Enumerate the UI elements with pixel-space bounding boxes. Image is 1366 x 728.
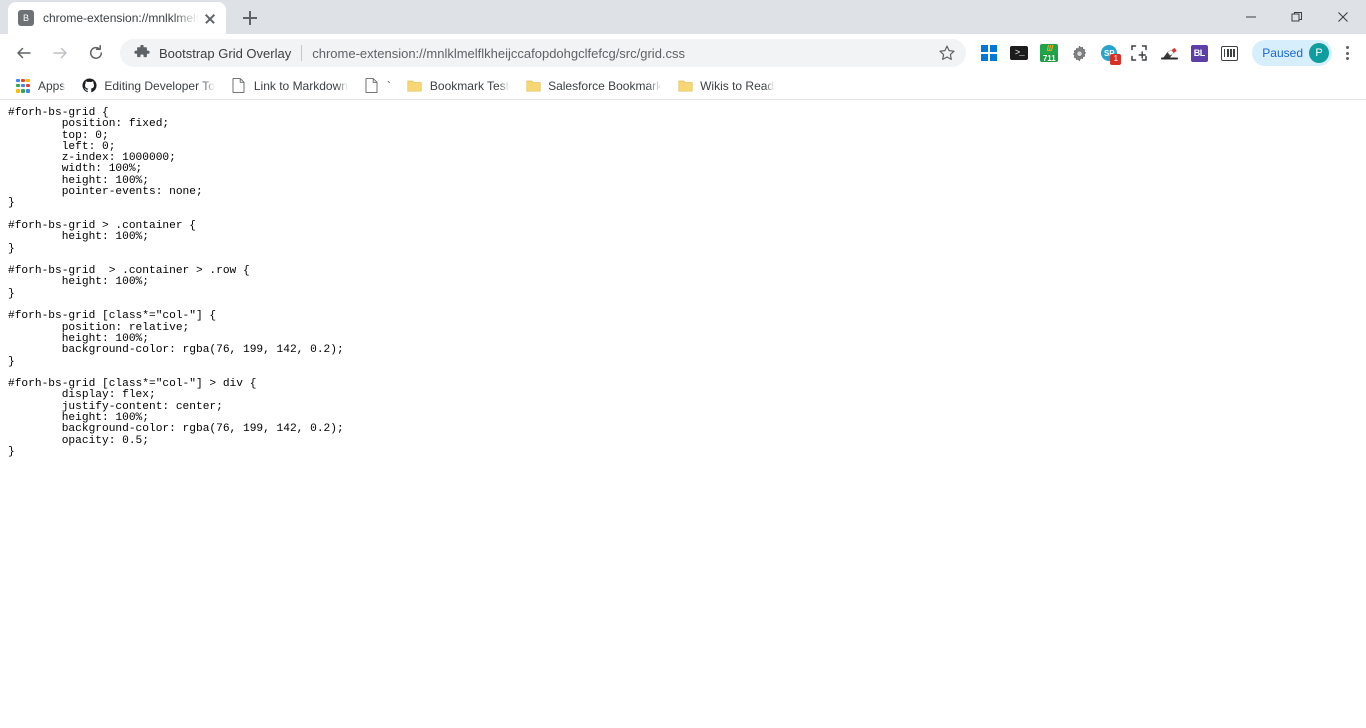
bookmark-label: ` [386, 78, 391, 93]
profile-status-label: Paused [1262, 46, 1303, 60]
extension-puzzle-icon [134, 45, 150, 61]
ink-marker-icon[interactable] [1155, 39, 1183, 67]
seven-eleven-icon[interactable]: ᗯ 711 [1035, 39, 1063, 67]
folder-icon [407, 78, 423, 94]
barcode-icon[interactable] [1215, 39, 1243, 67]
bookmark-label: Editing Developer To [104, 78, 215, 93]
browser-toolbar: Bootstrap Grid Overlay chrome-extension:… [0, 34, 1366, 72]
bookmark-label: Bookmark Test [429, 78, 510, 93]
folder-icon [677, 78, 693, 94]
omnibox-divider [301, 45, 303, 61]
close-window-button[interactable] [1320, 0, 1366, 34]
reload-button[interactable] [81, 38, 111, 68]
extension-badge-count: 1 [1110, 54, 1122, 65]
bookmark-folder-bookmark-test[interactable]: Bookmark Test [400, 75, 516, 97]
browser-window: B chrome-extension://mnlklmelflkh Bootst… [0, 0, 1366, 728]
bookmark-item-backtick[interactable]: ` [357, 75, 398, 97]
bookmark-folder-wikis-to-read[interactable]: Wikis to Read [670, 75, 781, 97]
bl-glyph: BL [1190, 44, 1208, 62]
page-viewport: #forh-bs-grid { position: fixed; top: 0;… [0, 100, 1366, 728]
extension-icons: >_ ᗯ 711 SP 1 BL [974, 39, 1244, 67]
tab-title: chrome-extension://mnlklmelflkh [43, 11, 200, 25]
bookmark-item-apps[interactable]: Apps [8, 75, 72, 97]
css-source-text: #forh-bs-grid { position: fixed; top: 0;… [8, 107, 344, 458]
seven-eleven-bottom: 711 [1040, 54, 1059, 62]
restore-window-button[interactable] [1274, 0, 1320, 34]
omnibox-extension-name: Bootstrap Grid Overlay [159, 45, 292, 61]
windows-icon[interactable] [975, 39, 1003, 67]
gear-icon[interactable] [1065, 39, 1093, 67]
bookmark-folder-salesforce[interactable]: Salesforce Bookmarks [518, 75, 668, 97]
bookmark-label: Link to Markdown [253, 78, 348, 93]
minimize-window-button[interactable] [1228, 0, 1274, 34]
back-button[interactable] [9, 38, 39, 68]
browser-tab[interactable]: B chrome-extension://mnlklmelflkh [8, 2, 226, 34]
chrome-menu-button[interactable] [1334, 39, 1360, 67]
terminal-glyph: >_ [1010, 46, 1029, 60]
tab-strip: B chrome-extension://mnlklmelflkh [0, 0, 1366, 34]
tab-favicon: B [18, 10, 34, 26]
new-tab-button[interactable] [236, 4, 264, 32]
address-bar[interactable]: Bootstrap Grid Overlay chrome-extension:… [120, 39, 967, 67]
document-icon [364, 78, 380, 94]
document-icon [231, 78, 247, 94]
bookmark-label: Apps [38, 78, 66, 93]
close-tab-icon[interactable] [202, 10, 218, 26]
github-icon [81, 78, 97, 94]
bookmarks-bar: Apps Editing Developer To Link to Markdo… [0, 72, 1366, 100]
bookmark-item-editing-developer[interactable]: Editing Developer To [74, 75, 222, 97]
bookmark-label: Wikis to Read [700, 78, 775, 93]
omnibox-url-text: chrome-extension://mnlklmelflkheijccafop… [312, 45, 686, 61]
forward-button[interactable] [45, 38, 75, 68]
avatar: P [1309, 43, 1329, 63]
bookmark-star-icon[interactable] [938, 44, 956, 62]
scrapbook-icon[interactable]: SP 1 [1095, 39, 1123, 67]
apps-grid-icon [15, 78, 31, 94]
terminal-icon[interactable]: >_ [1005, 39, 1033, 67]
bookmark-label: Salesforce Bookmarks [548, 78, 662, 93]
seven-eleven-top: ᗯ [1040, 44, 1059, 54]
profile-status-pill[interactable]: Paused P [1252, 40, 1332, 66]
screenshot-crop-icon[interactable] [1125, 39, 1153, 67]
window-controls [1228, 0, 1366, 34]
bookmark-item-link-to-markdown[interactable]: Link to Markdown [224, 75, 355, 97]
folder-icon [525, 78, 541, 94]
bl-extension-icon[interactable]: BL [1185, 39, 1213, 67]
